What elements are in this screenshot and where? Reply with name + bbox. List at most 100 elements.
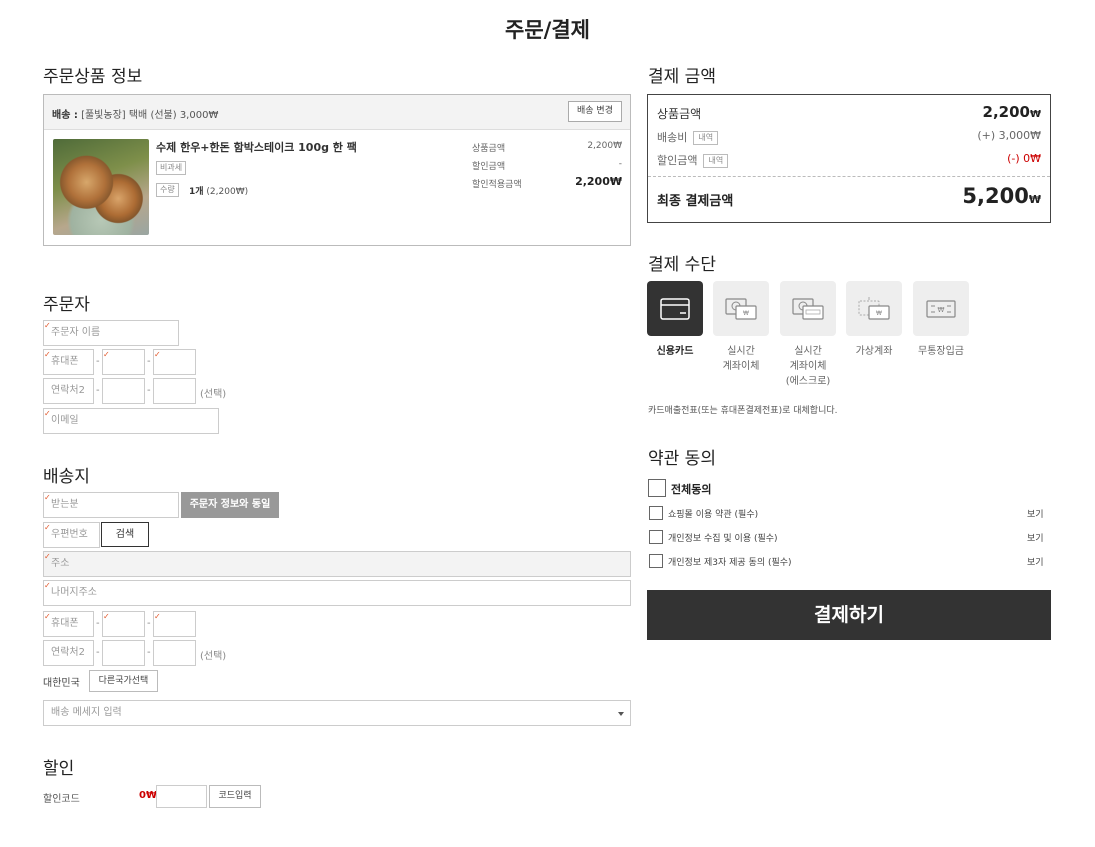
zip-search-button[interactable]: 검색	[101, 522, 149, 547]
orderer-phone2-3-input[interactable]	[153, 378, 196, 404]
credit-card-icon	[660, 297, 690, 320]
receiver-phone2-3-input[interactable]	[153, 640, 196, 666]
product-amount-label: 상품금액	[657, 107, 702, 121]
orderer-phone2-1-input[interactable]: 연락처2	[43, 378, 94, 404]
phone2-dash: -	[147, 647, 151, 658]
pay-method-label-credit-card[interactable]: 신용카드	[640, 344, 710, 359]
final-amount-row: 최종 결제금액 5,200₩	[657, 184, 1041, 209]
shipping-info-text: [풀빛농장] 택배 (선불) 3,000₩	[81, 110, 219, 121]
pay-method-virtual-account[interactable]: ₩	[846, 281, 902, 336]
terms-label-3[interactable]: 개인정보 제3자 제공 동의 (필수)	[668, 555, 792, 568]
shipping-label: 배송 :	[52, 110, 78, 121]
divider	[648, 176, 1050, 177]
terms-view-link-3[interactable]: 보기	[1027, 555, 1044, 568]
product-price-label: 상품금액	[472, 144, 506, 154]
payment-summary-box: 상품금액 2,200₩ 배송비 내역 (+) 3,000₩ 할인금액 내역 (-) …	[647, 94, 1051, 223]
escrow-transfer-icon	[792, 297, 824, 320]
pay-method-deposit[interactable]: ₩	[913, 281, 969, 336]
terms-checkbox-3[interactable]	[649, 554, 663, 568]
orderer-title: 주문자	[43, 295, 90, 315]
address-input[interactable]: 주소	[43, 545, 631, 577]
product-price-value: 2,200₩	[587, 141, 622, 151]
pay-method-bank-transfer[interactable]: ₩	[713, 281, 769, 336]
orderer-phone2-2-input[interactable]	[102, 378, 145, 404]
payment-methods-title: 결제 수단	[648, 255, 716, 275]
pay-method-credit-card[interactable]	[647, 281, 703, 336]
receiver-input[interactable]: 받는분	[43, 486, 179, 518]
discount-price-value: -	[618, 159, 622, 169]
discount-code-input[interactable]	[156, 785, 207, 808]
shipping-fee-value: (+) 3,000₩	[977, 129, 1041, 142]
product-amount-value: 2,200₩	[982, 103, 1041, 121]
shipping-message-text: 배송 메세지 입력	[51, 707, 122, 718]
country-label: 대한민국	[43, 678, 80, 689]
bank-transfer-icon: ₩	[725, 297, 757, 320]
agree-all-checkbox[interactable]	[648, 479, 666, 497]
discounted-price-label: 할인적용금액	[472, 180, 522, 190]
phone-dash: -	[147, 618, 151, 629]
orderer-phone-3-input[interactable]	[153, 343, 196, 375]
address-detail-input[interactable]: 나머지주소	[43, 574, 631, 606]
phone2-dash: -	[96, 647, 100, 658]
discount-code-label: 할인코드	[43, 794, 80, 805]
tax-free-tag: 비과세	[156, 161, 187, 175]
receiver-phone-2-input[interactable]	[102, 605, 145, 637]
shipping-fee-label: 배송비	[657, 131, 688, 144]
quantity-text: 1개 (2,200₩)	[189, 184, 248, 197]
pay-method-label-escrow[interactable]: 실시간 계좌이체 (에스크로)	[773, 344, 843, 389]
product-thumbnail[interactable]	[53, 139, 149, 235]
discount-detail-tag[interactable]: 내역	[703, 154, 729, 168]
zip-code-input[interactable]: 우편번호	[43, 516, 100, 548]
orderer-phone-1-input[interactable]: 휴대폰	[43, 343, 94, 375]
receiver-phone2-1-input[interactable]: 연락처2	[43, 640, 94, 666]
agree-all-label[interactable]: 전체동의	[671, 481, 711, 497]
receiver-phone2-2-input[interactable]	[102, 640, 145, 666]
chevron-down-icon	[618, 712, 624, 716]
payment-summary-title: 결제 금액	[648, 67, 716, 87]
pay-button[interactable]: 결제하기	[647, 590, 1051, 640]
shipping-message-select[interactable]: 배송 메세지 입력	[43, 700, 631, 726]
pay-method-escrow-transfer[interactable]	[780, 281, 836, 336]
phone-dash: -	[147, 356, 151, 367]
order-item-box: 배송 : [풀빛농장] 택배 (선불) 3,000₩ 배송 변경 수제 한우+한…	[43, 94, 631, 246]
shipping-info-bar: 배송 : [풀빛농장] 택배 (선불) 3,000₩ 배송 변경	[44, 95, 630, 130]
terms-label-2[interactable]: 개인정보 수집 및 이용 (필수)	[668, 531, 778, 544]
other-country-button[interactable]: 다른국가선택	[89, 670, 158, 692]
shipping-info: 배송 : [풀빛농장] 택배 (선불) 3,000₩	[52, 106, 218, 121]
quantity-tag: 수량	[156, 183, 179, 197]
change-shipping-button[interactable]: 배송 변경	[568, 101, 622, 122]
orderer-email-input[interactable]: 이메일	[43, 402, 219, 434]
discount-title: 할인	[43, 759, 75, 779]
discount-amount: 0₩	[139, 790, 157, 801]
receiver-phone-1-input[interactable]: 휴대폰	[43, 605, 94, 637]
terms-title: 약관 동의	[648, 449, 716, 469]
pay-method-label-deposit[interactable]: 무통장입금	[906, 344, 976, 359]
terms-view-link-2[interactable]: 보기	[1027, 531, 1044, 544]
quantity-price: (2,200₩)	[206, 187, 249, 197]
virtual-account-icon: ₩	[858, 296, 890, 320]
terms-label-1[interactable]: 쇼핑몰 이용 약관 (필수)	[668, 507, 758, 520]
phone-dash: -	[96, 356, 100, 367]
product-amount-row: 상품금액 2,200₩	[657, 103, 1041, 122]
discount-price-label: 할인금액	[472, 162, 506, 172]
optional-label: (선택)	[200, 651, 227, 662]
code-input-button[interactable]: 코드입력	[209, 785, 261, 808]
pay-method-label-bank-transfer[interactable]: 실시간 계좌이체	[706, 344, 776, 374]
terms-checkbox-1[interactable]	[649, 506, 663, 520]
svg-text:₩: ₩	[743, 310, 749, 317]
orderer-phone-2-input[interactable]	[102, 343, 145, 375]
discount-amount-value: (-) 0₩	[1007, 152, 1041, 165]
pay-method-label-virtual-account[interactable]: 가상계좌	[839, 344, 909, 359]
receiver-phone-3-input[interactable]	[153, 605, 196, 637]
product-name[interactable]: 수제 한우+한돈 함박스테이크 100g 한 팩	[156, 139, 357, 155]
deposit-icon: ₩	[926, 299, 956, 318]
terms-view-link-1[interactable]: 보기	[1027, 507, 1044, 520]
discounted-price-value: 2,200₩	[575, 175, 622, 188]
terms-checkbox-2[interactable]	[649, 530, 663, 544]
shipping-fee-row: 배송비 내역 (+) 3,000₩	[657, 129, 1041, 145]
shipping-detail-tag[interactable]: 내역	[693, 131, 719, 145]
phone2-dash: -	[147, 385, 151, 396]
svg-text:₩: ₩	[938, 306, 945, 314]
same-as-orderer-button[interactable]: 주문자 정보와 동일	[181, 492, 279, 518]
phone2-dash: -	[96, 385, 100, 396]
